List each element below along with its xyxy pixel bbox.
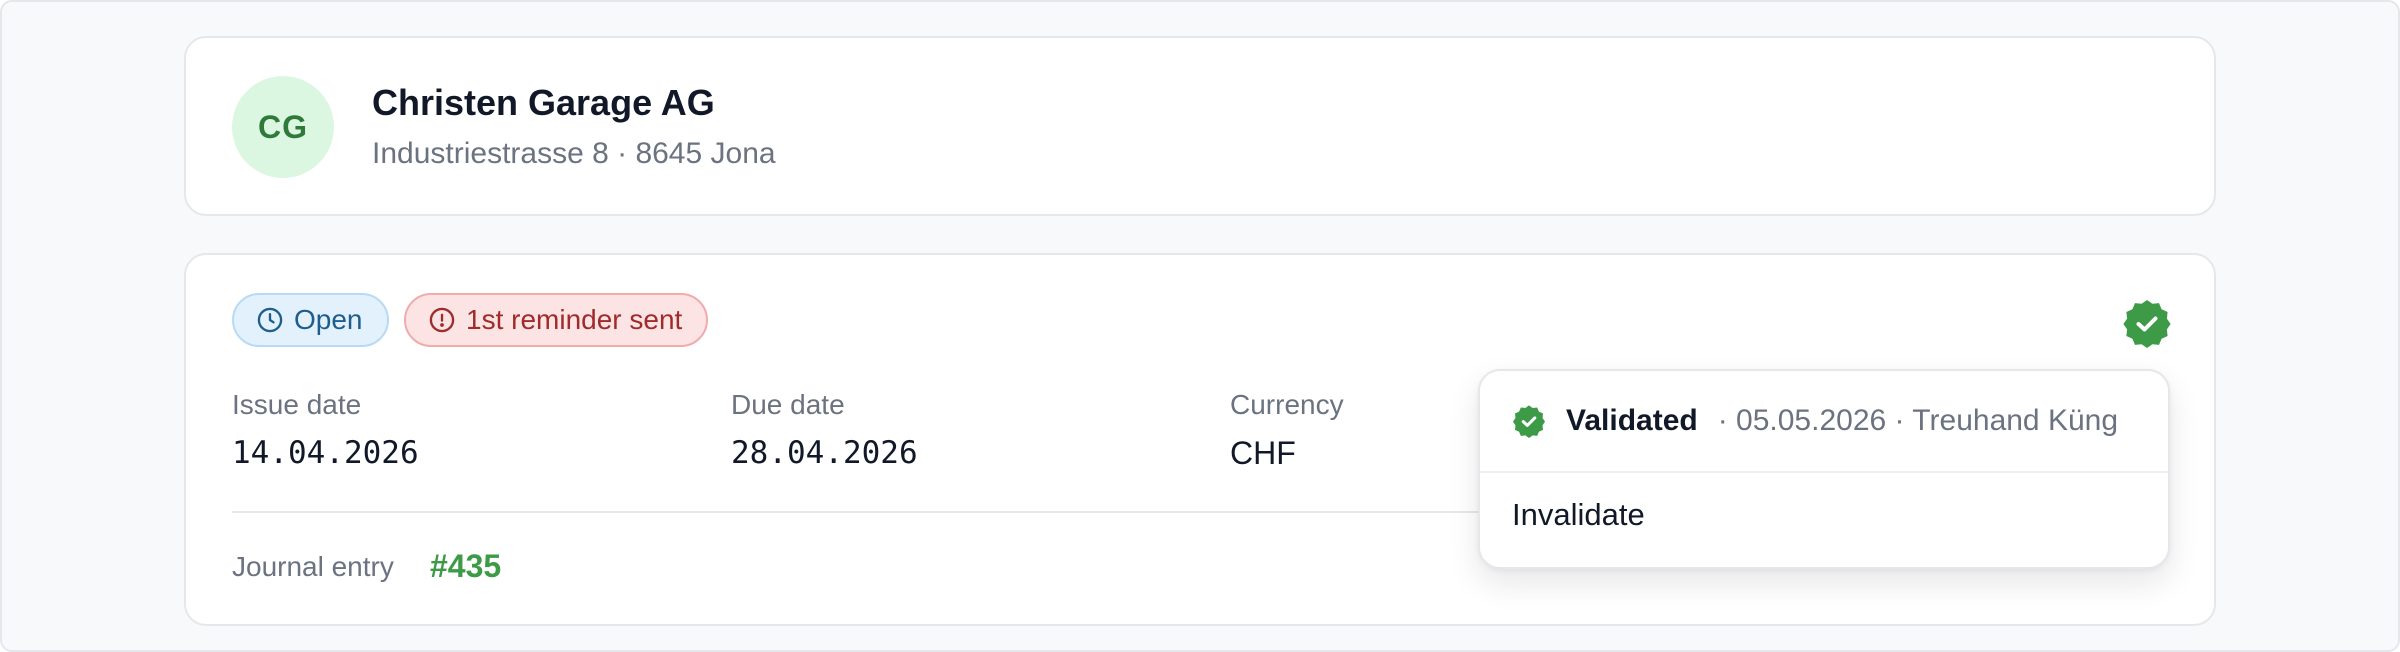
page-frame: CG Christen Garage AG Industriestrasse 8… — [0, 0, 2400, 652]
popover-divider — [1480, 471, 2168, 473]
issue-date-label: Issue date — [232, 389, 362, 420]
invalidate-menu-item[interactable]: Invalidate — [1512, 497, 1645, 533]
validation-popover: Validated · 05.05.2026 · Treuhand Küng I… — [1478, 369, 2170, 569]
company-name: Christen Garage AG — [372, 82, 715, 123]
currency-value: CHF — [1230, 435, 1296, 471]
avatar: CG — [232, 76, 334, 178]
alert-circle-icon — [429, 307, 455, 333]
currency-label: Currency — [1230, 389, 1344, 420]
verified-badge-icon[interactable] — [2122, 298, 2172, 348]
status-badge-open: Open — [232, 293, 389, 347]
journal-entry-label: Journal entry — [232, 551, 394, 582]
company-card: CG Christen Garage AG Industriestrasse 8… — [184, 36, 2216, 216]
clock-icon — [257, 307, 283, 333]
validation-meta: · 05.05.2026 · Treuhand Küng — [1717, 404, 2119, 437]
status-badge-open-label: Open — [294, 304, 363, 335]
validation-status: Validated — [1566, 404, 1698, 437]
due-date-label: Due date — [731, 389, 845, 420]
validation-status-row: Validated · 05.05.2026 · Treuhand Küng — [1480, 371, 2168, 471]
due-date-value: 28.04.2026 — [731, 435, 918, 471]
status-badge-reminder-label: 1st reminder sent — [466, 304, 683, 335]
company-address: Industriestrasse 8 · 8645 Jona — [372, 137, 776, 170]
issue-date-value: 14.04.2026 — [232, 435, 419, 471]
journal-entry-link[interactable]: #435 — [430, 548, 501, 585]
verified-badge-icon — [1512, 405, 1546, 438]
status-badge-reminder: 1st reminder sent — [404, 293, 709, 347]
